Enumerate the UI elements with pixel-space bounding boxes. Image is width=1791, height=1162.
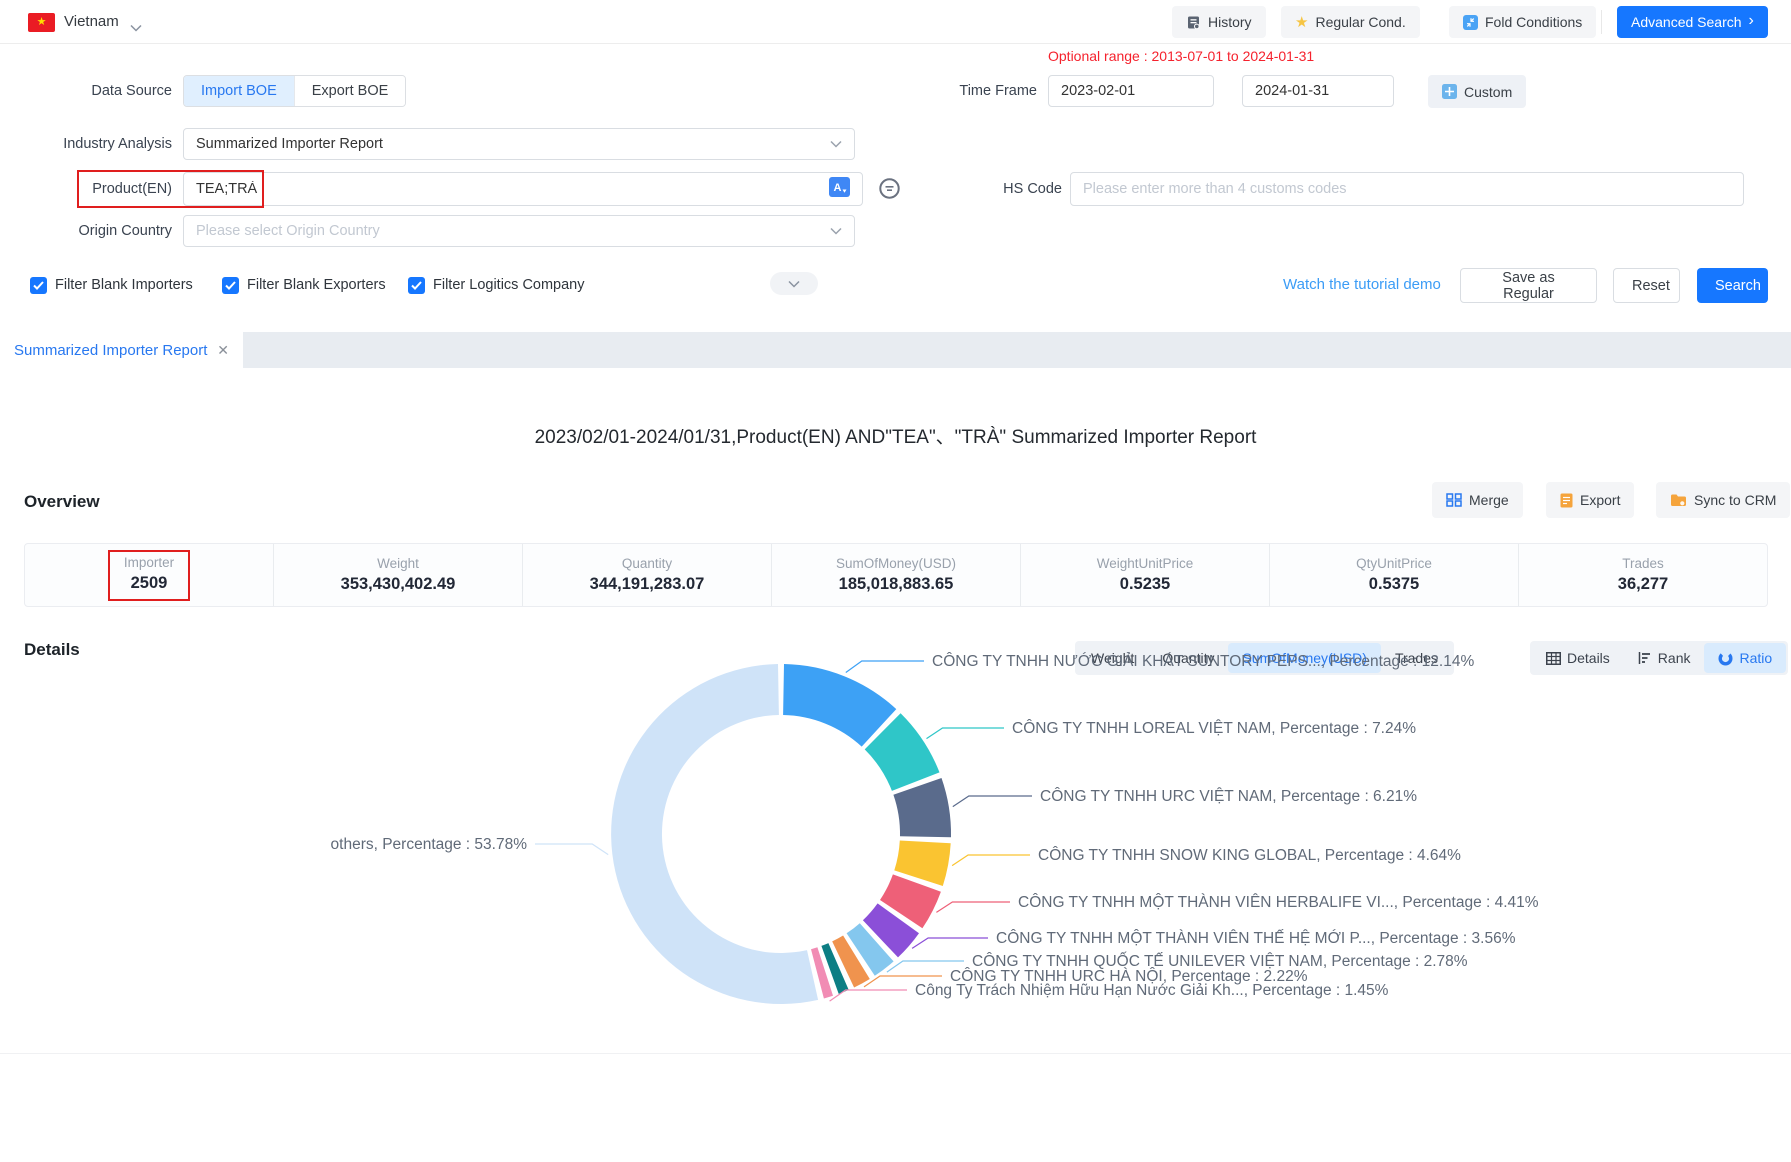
overview-heading: Overview <box>24 492 100 512</box>
product-en-field[interactable]: A <box>183 172 863 206</box>
svg-text:A: A <box>834 182 842 194</box>
tab-export-boe[interactable]: Export BOE <box>294 76 406 106</box>
sync-to-crm-button[interactable]: Sync to CRM <box>1656 482 1790 518</box>
filter-blank-exporters[interactable]: Filter Blank Exporters <box>222 274 386 296</box>
date-end-field[interactable] <box>1242 75 1394 107</box>
origin-country-select[interactable]: Please select Origin Country <box>183 215 855 247</box>
stat-sumofmoney: SumOfMoney(USD) 185,018,883.65 <box>771 544 1020 606</box>
folder-sync-icon <box>1670 493 1687 507</box>
ratio-chart-area: CÔNG TY TNHH NƯỚC GIẢI KHÁT SUNTORY PEPS… <box>0 618 1791 1052</box>
hs-code-field[interactable] <box>1070 172 1744 206</box>
product-en-input[interactable] <box>196 181 829 197</box>
advanced-search-button[interactable]: Advanced Search › <box>1617 6 1768 38</box>
donut-label: CÔNG TY TNHH SNOW KING GLOBAL, Percentag… <box>1038 847 1461 864</box>
label-leader-line <box>927 728 1005 739</box>
donut-label: CÔNG TY TNHH MỘT THÀNH VIÊN THẾ HỆ MỚI P… <box>996 930 1516 947</box>
translate-icon[interactable]: A <box>829 177 850 201</box>
industry-analysis-label: Industry Analysis <box>0 128 172 160</box>
date-start-field[interactable] <box>1048 75 1214 107</box>
product-en-label: Product(EN) <box>0 172 172 206</box>
merge-button[interactable]: Merge <box>1432 482 1523 518</box>
fold-icon <box>1463 15 1478 30</box>
chevron-down-icon <box>830 223 842 239</box>
checkbox-checked-icon[interactable] <box>222 277 239 294</box>
label-leader-line <box>953 796 1032 807</box>
donut-label: Công Ty Trách Nhiệm Hữu Hạn Nước Giải Kh… <box>915 982 1389 999</box>
filter-logitics-company[interactable]: Filter Logitics Company <box>408 274 585 296</box>
topbar: ★ Vietnam History ★ Regular Cond. Fold C… <box>0 0 1791 44</box>
stat-weight: Weight 353,430,402.49 <box>273 544 522 606</box>
donut-label: CÔNG TY TNHH NƯỚC GIẢI KHÁT SUNTORY PEPS… <box>932 653 1474 670</box>
section-divider <box>0 1053 1791 1054</box>
date-end-input[interactable] <box>1255 83 1442 99</box>
optional-range-text: Optional range : 2013-07-01 to 2024-01-3… <box>1048 48 1314 64</box>
custom-range-button[interactable]: Custom <box>1428 75 1526 108</box>
save-as-regular-button[interactable]: Save as Regular <box>1460 268 1597 303</box>
search-button[interactable]: Search <box>1697 268 1768 303</box>
donut-label: CÔNG TY TNHH LOREAL VIỆT NAM, Percentage… <box>1012 720 1416 737</box>
tutorial-demo-link[interactable]: Watch the tutorial demo <box>1283 276 1441 293</box>
stat-weightunitprice: WeightUnitPrice 0.5235 <box>1020 544 1269 606</box>
chevron-down-icon <box>788 280 800 288</box>
chevron-down-icon <box>830 136 842 152</box>
data-source-label: Data Source <box>0 75 172 107</box>
export-button[interactable]: Export <box>1546 482 1634 518</box>
page: ★ Vietnam History ★ Regular Cond. Fold C… <box>0 0 1791 1162</box>
checkbox-checked-icon[interactable] <box>30 277 47 294</box>
chevron-down-icon[interactable] <box>130 19 142 37</box>
donut-label: CÔNG TY TNHH MỘT THÀNH VIÊN HERBALIFE VI… <box>1018 894 1539 911</box>
ratio-donut-chart: CÔNG TY TNHH NƯỚC GIẢI KHÁT SUNTORY PEPS… <box>0 618 1791 1052</box>
importer-highlight-box: Importer 2509 <box>108 550 190 601</box>
regular-cond-button[interactable]: ★ Regular Cond. <box>1281 6 1420 38</box>
time-frame-label: Time Frame <box>865 75 1037 108</box>
tab-summarized-importer-report[interactable]: Summarized Importer Report ✕ <box>0 332 243 368</box>
donut-segment[interactable] <box>783 664 896 747</box>
export-icon <box>1560 493 1573 508</box>
industry-analysis-select[interactable]: Summarized Importer Report <box>183 128 855 160</box>
match-options-icon[interactable] <box>878 177 901 205</box>
custom-icon <box>1442 84 1457 99</box>
label-leader-line <box>912 938 988 948</box>
hs-code-input[interactable] <box>1083 181 1731 197</box>
chevron-right-icon: › <box>1749 13 1754 29</box>
checkbox-checked-icon[interactable] <box>408 277 425 294</box>
tab-import-boe[interactable]: Import BOE <box>184 76 294 106</box>
label-leader-line <box>846 661 924 673</box>
stat-importer: Importer 2509 <box>25 544 273 606</box>
history-icon <box>1186 15 1201 30</box>
close-icon[interactable]: ✕ <box>217 343 229 357</box>
star-icon: ★ <box>1295 15 1308 30</box>
donut-label: others, Percentage : 53.78% <box>331 836 528 853</box>
hs-code-label: HS Code <box>930 172 1062 206</box>
history-button[interactable]: History <box>1172 6 1266 38</box>
label-leader-line <box>936 902 1010 912</box>
data-source-switch: Import BOE Export BOE <box>183 75 406 107</box>
origin-country-label: Origin Country <box>0 215 172 247</box>
date-start-input[interactable] <box>1061 83 1248 99</box>
donut-label: CÔNG TY TNHH URC VIỆT NAM, Percentage : … <box>1040 788 1417 805</box>
report-title: 2023/02/01-2024/01/31,Product(EN) AND"TE… <box>0 422 1791 449</box>
tabstrip: Summarized Importer Report ✕ <box>0 332 1791 368</box>
merge-icon <box>1446 493 1462 507</box>
overview-stats-card: Importer 2509 Weight 353,430,402.49 Quan… <box>24 543 1768 607</box>
fold-conditions-button[interactable]: Fold Conditions <box>1449 6 1596 38</box>
topbar-divider <box>1601 10 1602 34</box>
stat-trades: Trades 36,277 <box>1518 544 1767 606</box>
reset-button[interactable]: Reset <box>1613 268 1680 303</box>
country-selector[interactable]: Vietnam <box>64 0 119 44</box>
stat-quantity: Quantity 344,191,283.07 <box>522 544 771 606</box>
collapse-toggle-button[interactable] <box>770 272 818 295</box>
stat-qtyunitprice: QtyUnitPrice 0.5375 <box>1269 544 1518 606</box>
filter-blank-importers[interactable]: Filter Blank Importers <box>30 274 193 296</box>
label-leader-line <box>952 855 1030 866</box>
vietnam-flag-icon: ★ <box>28 13 55 32</box>
label-leader-line <box>535 844 608 855</box>
